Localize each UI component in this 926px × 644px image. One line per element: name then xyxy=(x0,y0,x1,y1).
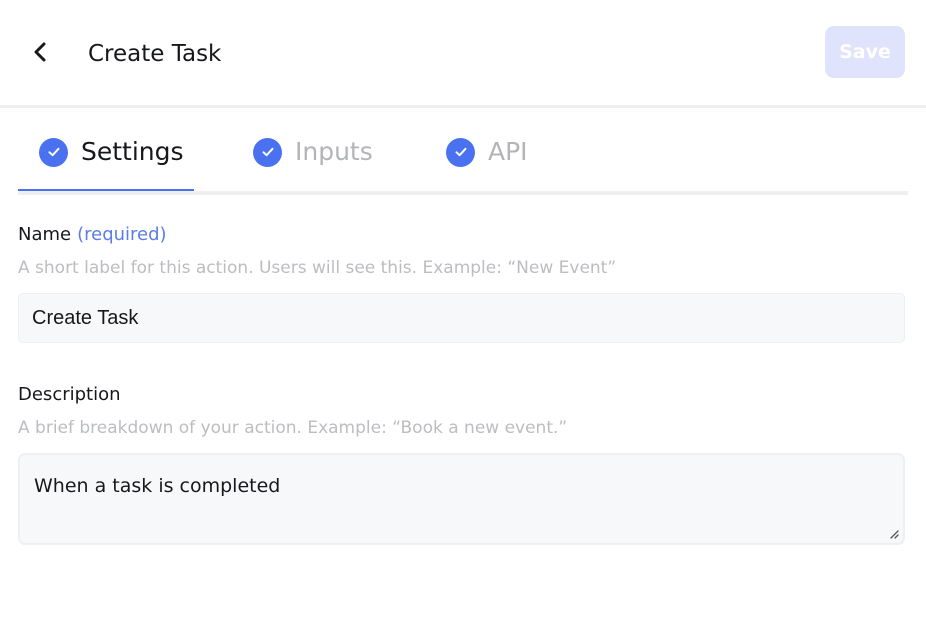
step-tabs: Settings Inputs API xyxy=(18,111,908,195)
chevron-left-icon xyxy=(34,42,46,62)
page-header: Create Task Save xyxy=(0,0,926,108)
page-title: Create Task xyxy=(88,41,222,67)
description-helper-text: A brief breakdown of your action. Exampl… xyxy=(18,418,568,438)
back-button[interactable] xyxy=(26,38,54,66)
name-helper-text: A short label for this action. Users wil… xyxy=(18,258,617,278)
tab-settings[interactable]: Settings xyxy=(39,135,184,169)
check-circle-icon xyxy=(253,137,282,167)
tab-label: API xyxy=(488,137,528,166)
name-input[interactable]: Create Task xyxy=(18,293,905,343)
resize-handle-icon[interactable] xyxy=(887,527,899,539)
description-value: When a task is completed xyxy=(34,475,281,497)
check-circle-icon xyxy=(39,137,68,167)
tab-label: Inputs xyxy=(295,137,373,166)
tab-label: Settings xyxy=(81,137,184,166)
tab-inputs[interactable]: Inputs xyxy=(253,135,373,169)
save-button[interactable]: Save xyxy=(825,26,905,78)
description-label: Description xyxy=(18,384,121,405)
active-tab-indicator xyxy=(18,189,194,191)
required-indicator: (required) xyxy=(77,224,167,245)
name-label: Name (required) xyxy=(18,224,167,245)
create-task-page: Create Task Save Settings Inputs API Nam… xyxy=(0,0,926,644)
tab-api[interactable]: API xyxy=(446,135,528,169)
description-textarea[interactable]: When a task is completed xyxy=(18,453,905,545)
name-label-text: Name xyxy=(18,224,72,245)
check-circle-icon xyxy=(446,137,475,167)
